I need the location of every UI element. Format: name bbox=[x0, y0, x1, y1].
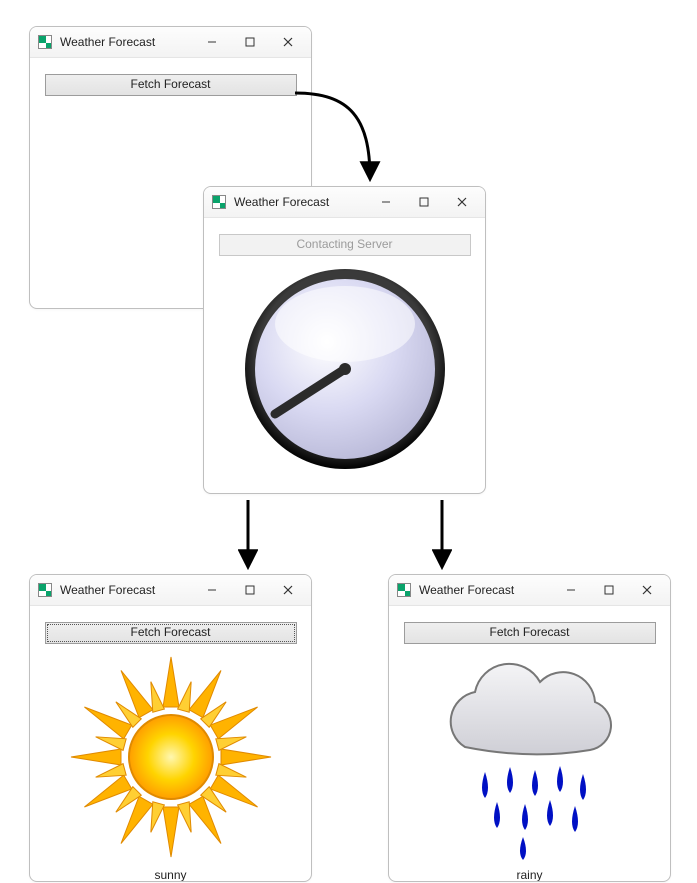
maximize-button[interactable] bbox=[231, 576, 269, 604]
maximize-button[interactable] bbox=[590, 576, 628, 604]
fetch-button[interactable]: Fetch Forecast bbox=[404, 622, 656, 644]
minimize-icon bbox=[381, 197, 391, 207]
window-title: Weather Forecast bbox=[234, 195, 329, 209]
close-icon bbox=[457, 197, 467, 207]
client-area: Fetch Forecast bbox=[389, 606, 670, 882]
fetch-button-disabled: Contacting Server bbox=[219, 234, 471, 256]
app-icon bbox=[38, 583, 52, 597]
maximize-button[interactable] bbox=[405, 188, 443, 216]
fetch-button[interactable]: Fetch Forecast bbox=[45, 622, 297, 644]
minimize-icon bbox=[207, 37, 217, 47]
titlebar: Weather Forecast bbox=[30, 27, 311, 58]
flow-arrow-loading-to-sunny bbox=[238, 498, 258, 572]
minimize-button[interactable] bbox=[367, 188, 405, 216]
minimize-icon bbox=[566, 585, 576, 595]
window-title: Weather Forecast bbox=[419, 583, 514, 597]
window-title: Weather Forecast bbox=[60, 35, 155, 49]
close-icon bbox=[283, 37, 293, 47]
minimize-button[interactable] bbox=[193, 28, 231, 56]
result-caption: sunny bbox=[42, 868, 299, 882]
window-title: Weather Forecast bbox=[60, 583, 155, 597]
client-area: Contacting Server bbox=[204, 218, 485, 484]
titlebar: Weather Forecast bbox=[204, 187, 485, 218]
minimize-button[interactable] bbox=[552, 576, 590, 604]
result-caption: rainy bbox=[401, 868, 658, 882]
clock-icon bbox=[240, 264, 450, 474]
close-icon bbox=[642, 585, 652, 595]
app-icon bbox=[397, 583, 411, 597]
window-rainy: Weather Forecast Fetch Forecast bbox=[388, 574, 671, 882]
close-button[interactable] bbox=[269, 28, 307, 56]
minimize-button[interactable] bbox=[193, 576, 231, 604]
window-sunny: Weather Forecast Fetch Forecast bbox=[29, 574, 312, 882]
flow-arrow-initial-to-loading bbox=[290, 88, 400, 188]
flow-arrow-loading-to-rainy bbox=[432, 498, 452, 572]
app-icon bbox=[212, 195, 226, 209]
client-area: Fetch Forecast bbox=[30, 606, 311, 882]
client-area: Fetch Forecast bbox=[30, 58, 311, 106]
close-button[interactable] bbox=[269, 576, 307, 604]
titlebar: Weather Forecast bbox=[30, 575, 311, 606]
titlebar: Weather Forecast bbox=[389, 575, 670, 606]
maximize-button[interactable] bbox=[231, 28, 269, 56]
sun-icon bbox=[66, 652, 276, 862]
rain-cloud-icon bbox=[425, 652, 635, 862]
minimize-icon bbox=[207, 585, 217, 595]
close-button[interactable] bbox=[628, 576, 666, 604]
maximize-icon bbox=[245, 585, 255, 595]
fetch-button[interactable]: Fetch Forecast bbox=[45, 74, 297, 96]
maximize-icon bbox=[604, 585, 614, 595]
maximize-icon bbox=[245, 37, 255, 47]
maximize-icon bbox=[419, 197, 429, 207]
close-button[interactable] bbox=[443, 188, 481, 216]
app-icon bbox=[38, 35, 52, 49]
close-icon bbox=[283, 585, 293, 595]
window-loading: Weather Forecast Contacting Server bbox=[203, 186, 486, 494]
